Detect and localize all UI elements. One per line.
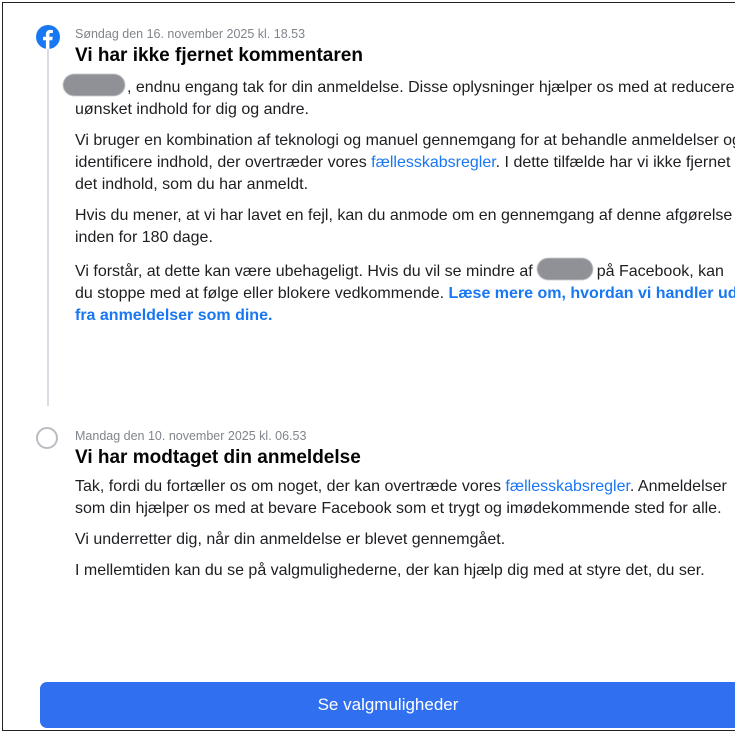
- facebook-icon: [36, 25, 60, 49]
- received-title: Vi har modtaget din anmeldelse: [75, 447, 361, 468]
- received-paragraph-meanwhile: I mellemtiden kan du se på valgmulighede…: [75, 562, 705, 579]
- decision-paragraph-appeal: Hvis du mener, at vi har lavet en fejl, …: [75, 207, 733, 246]
- timeline-connector: [47, 46, 49, 406]
- received-entry: Mandag den 10. november 2025 kl. 06.53 V…: [75, 428, 735, 582]
- pending-circle-icon: [36, 427, 58, 449]
- decision-paragraph-options: Vi forstår, at dette kan være ubehagelig…: [75, 258, 735, 327]
- decision-entry: Søndag den 16. november 2025 kl. 18.53 V…: [63, 26, 735, 327]
- redacted-name: [536, 258, 593, 280]
- received-timestamp: Mandag den 10. november 2025 kl. 06.53: [75, 429, 307, 443]
- see-options-label: Se valgmuligheder: [317, 695, 459, 714]
- decision-paragraph-review: Vi bruger en kombination af teknologi og…: [75, 130, 735, 196]
- received-thanks-text: Tak, fordi du fortæller os om noget, der…: [75, 478, 506, 495]
- decision-options-text: Vi forstår, at dette kan være ubehagelig…: [75, 263, 533, 280]
- received-paragraph-thanks: Tak, fordi du fortæller os om noget, der…: [75, 476, 735, 520]
- community-standards-link[interactable]: fællesskabsregler: [371, 154, 496, 171]
- received-paragraph-notify: Vi underretter dig, når din anmeldelse e…: [75, 531, 506, 548]
- decision-paragraph-thanks: , endnu engang tak for din anmeldelse. D…: [63, 74, 735, 121]
- decision-timestamp: Søndag den 16. november 2025 kl. 18.53: [75, 27, 306, 41]
- decision-title: Vi har ikke fjernet kommentaren: [75, 45, 363, 66]
- community-standards-link[interactable]: fællesskabsregler: [505, 478, 630, 495]
- decision-thanks-text: , endnu engang tak for din anmeldelse. D…: [75, 79, 735, 118]
- see-options-button[interactable]: Se valgmuligheder: [40, 682, 735, 728]
- redacted-name: [63, 74, 125, 96]
